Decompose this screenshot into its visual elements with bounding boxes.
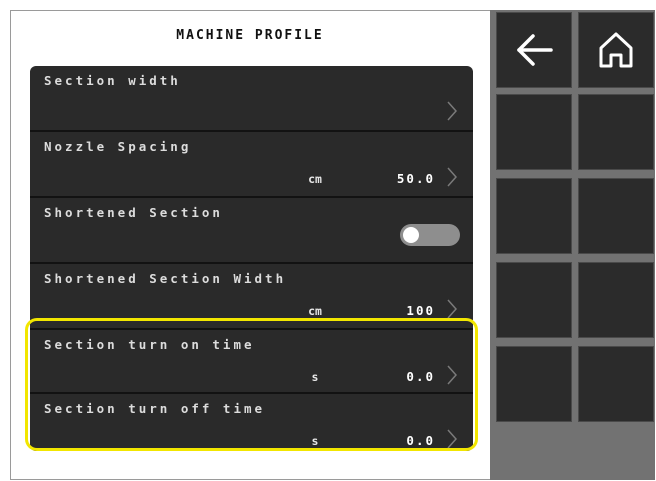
back-button[interactable] [496, 12, 572, 88]
arrow-left-icon [517, 34, 553, 66]
toolbar-slot[interactable] [578, 94, 654, 170]
row-label: Nozzle Spacing [44, 139, 192, 154]
chevron-right-icon [447, 167, 458, 187]
row-unit: cm [308, 304, 322, 318]
row-unit: cm [308, 172, 322, 186]
side-toolbar [490, 10, 655, 480]
chevron-right-icon [447, 299, 458, 319]
toggle-knob [403, 227, 419, 243]
toolbar-slot[interactable] [496, 346, 572, 422]
row-label: Shortened Section Width [44, 271, 287, 286]
page-title: MACHINE PROFILE [176, 28, 324, 43]
toolbar-slot[interactable] [578, 262, 654, 338]
shortened-section-toggle[interactable] [400, 224, 460, 246]
row-value: 50.0 [396, 171, 435, 186]
toolbar-slot[interactable] [496, 178, 572, 254]
row-nozzle-spacing[interactable]: Nozzle Spacing cm 50.0 [30, 132, 473, 196]
toolbar-slot[interactable] [496, 262, 572, 338]
home-button[interactable] [578, 12, 654, 88]
home-icon [599, 32, 633, 68]
row-label: Shortened Section [44, 205, 223, 220]
row-value: 100 [406, 303, 435, 318]
highlight-box [25, 318, 478, 451]
toolbar-slot[interactable] [578, 346, 654, 422]
chevron-right-icon [447, 101, 458, 121]
toolbar-slot[interactable] [578, 178, 654, 254]
row-section-width[interactable]: Section width [30, 66, 473, 130]
toolbar-slot[interactable] [496, 94, 572, 170]
row-label: Section width [44, 73, 181, 88]
